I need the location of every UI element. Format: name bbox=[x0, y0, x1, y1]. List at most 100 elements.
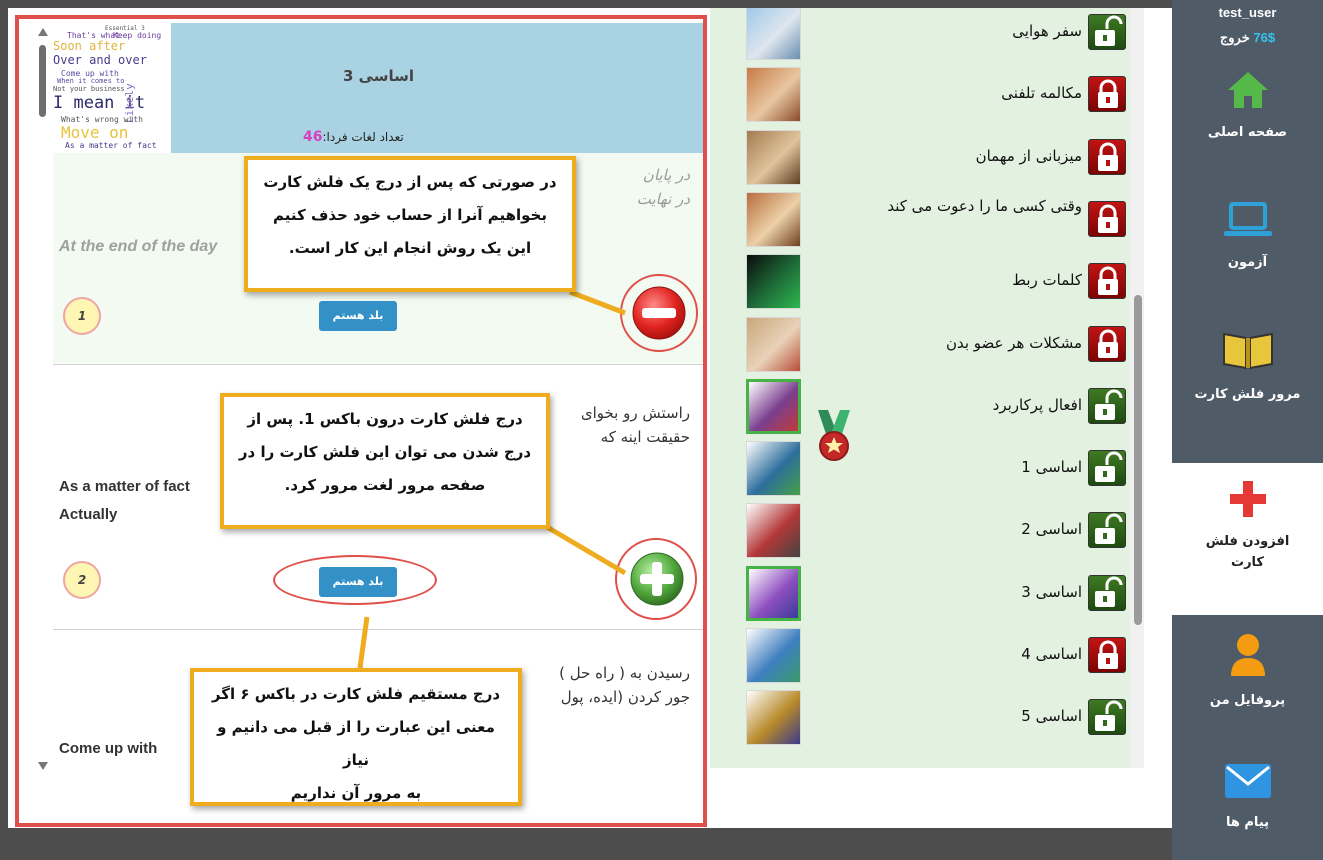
sidebar: test_user 76$ خروج صفحه اصلی آزمون مرور … bbox=[1172, 0, 1323, 860]
callout-add: درج فلش کارت درون باکس 1. پس از درج شدن … bbox=[220, 393, 550, 529]
locked-icon bbox=[1088, 200, 1126, 237]
logout-link[interactable]: خروج bbox=[1220, 30, 1250, 45]
lesson-thumbnail bbox=[746, 191, 801, 247]
sidebar-item-label: افزودن فلش کارت bbox=[1205, 534, 1290, 570]
mail-icon bbox=[1224, 764, 1271, 798]
know-it-button[interactable]: بلد هستم bbox=[319, 301, 397, 331]
card-meaning: در پایان در نهایت bbox=[637, 163, 690, 211]
lesson-thumbnail bbox=[746, 628, 801, 683]
lesson-title: مشکلات هر عضو بدن bbox=[945, 333, 1082, 352]
lesson-thumbnail bbox=[746, 503, 801, 559]
callout-line: درج شدن می توان این فلش کارت را در bbox=[238, 443, 532, 461]
sidebar-item-messages[interactable]: پیام ها bbox=[1172, 762, 1323, 860]
callout-know: درج مستقیم فلش کارت در باکس ۶ اگر معنی ا… bbox=[190, 668, 522, 806]
locked-icon bbox=[1088, 325, 1126, 362]
scroll-down-icon[interactable] bbox=[37, 761, 49, 771]
tomorrow-label: تعداد لغات فردا: bbox=[322, 130, 404, 144]
sidebar-item-home[interactable]: صفحه اصلی bbox=[1172, 62, 1323, 182]
sidebar-item-profile[interactable]: پروفایل من bbox=[1172, 628, 1323, 738]
plus-icon bbox=[1229, 481, 1266, 517]
locked-icon bbox=[1088, 76, 1126, 113]
sidebar-item-label: صفحه اصلی bbox=[1207, 125, 1288, 140]
locked-icon bbox=[1088, 138, 1126, 175]
lesson-thumbnail bbox=[746, 129, 801, 185]
lesson-item[interactable]: مکالمه تلفنی bbox=[710, 64, 1130, 123]
lesson-title: میزبانی از مهمان bbox=[975, 146, 1082, 165]
lesson-thumbnail bbox=[746, 690, 801, 746]
lesson-thumbnail bbox=[746, 441, 801, 497]
tomorrow-count: 46 bbox=[303, 129, 323, 145]
lesson-item[interactable]: سفر هوایی bbox=[710, 8, 1130, 60]
card-phrase: At the end of the day bbox=[59, 238, 218, 255]
lesson-list-scroll-thumb[interactable] bbox=[1134, 295, 1142, 625]
scroll-up-icon[interactable] bbox=[37, 27, 49, 37]
wordcloud-word: Over and over bbox=[53, 53, 147, 67]
tomorrow-words: تعداد لغات فردا:46 bbox=[303, 129, 404, 145]
locked-icon bbox=[1088, 637, 1126, 673]
lesson-item[interactable]: وقتی کسی ما را دعوت می کند bbox=[710, 189, 1130, 247]
wordcloud-word: Soon after bbox=[53, 39, 126, 53]
lesson-thumbnail bbox=[746, 8, 801, 60]
lesson-title: اساسی 1 bbox=[1021, 458, 1082, 477]
meaning-line: در پایان bbox=[642, 166, 690, 184]
callout-line: معنی این عبارت را از قبل می دانیم و نیاز bbox=[217, 718, 495, 769]
add-card-icon[interactable] bbox=[629, 551, 685, 607]
callout-line: صفحه مرور لغت مرور کرد. bbox=[284, 476, 486, 494]
sidebar-item-label: مرور فلش کارت bbox=[1194, 387, 1301, 402]
sidebar-item-add-flashcard[interactable]: افزودن فلش کارت bbox=[1172, 463, 1323, 615]
lesson-item[interactable]: مشکلات هر عضو بدن bbox=[710, 314, 1130, 372]
unlocked-icon bbox=[1088, 387, 1126, 424]
lesson-item[interactable]: افعال پرکاربرد bbox=[710, 376, 1130, 434]
home-icon bbox=[1227, 72, 1268, 108]
meaning-line: حقیقت اینه که bbox=[600, 428, 690, 446]
callout-line: درج فلش کارت درون باکس 1. پس از bbox=[247, 410, 523, 428]
card-divider bbox=[53, 629, 703, 630]
laptop-icon bbox=[1223, 202, 1272, 236]
phrase-line: As a matter of fact bbox=[59, 478, 190, 495]
medal-icon bbox=[818, 410, 850, 461]
callout-line: درج مستقیم فلش کارت در باکس ۶ اگر bbox=[211, 685, 501, 703]
callout-line: این یک روش انجام این کار است. bbox=[288, 239, 532, 257]
credit-balance: 76$ bbox=[1253, 30, 1276, 45]
meaning-line: جور کردن (ایده، پول bbox=[560, 688, 690, 706]
lesson-title: سفر هوایی bbox=[1012, 22, 1082, 40]
book-icon bbox=[1222, 332, 1273, 370]
meaning-line: در نهایت bbox=[636, 190, 690, 208]
callout-line: به مرور آن نداریم bbox=[290, 784, 422, 802]
lesson-item[interactable]: اساسی 5 bbox=[710, 687, 1130, 746]
card-meaning: رسیدن به ( راه حل ) جور کردن (ایده، پول bbox=[559, 661, 690, 709]
sidebar-item-exam[interactable]: آزمون bbox=[1172, 196, 1323, 316]
user-icon bbox=[1230, 634, 1265, 676]
callout-remove: در صورتی که پس از درج یک فلش کارت بخواهی… bbox=[244, 156, 576, 292]
lesson-item[interactable]: اساسی 4 bbox=[710, 625, 1130, 683]
unlocked-icon bbox=[1088, 699, 1126, 736]
lesson-title: مکالمه تلفنی bbox=[1001, 84, 1082, 103]
locked-icon bbox=[1088, 263, 1126, 300]
know-button-highlight-ring bbox=[273, 555, 437, 605]
lesson-item[interactable]: کلمات ربط bbox=[710, 251, 1130, 310]
wordcloud-word: Move on bbox=[61, 123, 129, 142]
box-number-badge: 2 bbox=[63, 561, 101, 599]
lesson-item[interactable]: اساسی 2 bbox=[710, 500, 1130, 559]
box-number-badge: 1 bbox=[63, 297, 101, 335]
flashcard-scroll-thumb[interactable] bbox=[39, 45, 46, 117]
callout-line: در صورتی که پس از درج یک فلش کارت bbox=[263, 173, 557, 191]
callout-line: بخواهیم آنرا از حساب خود حذف کنیم bbox=[273, 206, 547, 224]
sidebar-item-review[interactable]: مرور فلش کارت bbox=[1172, 326, 1323, 456]
meaning-line: رسیدن به ( راه حل ) bbox=[559, 664, 690, 682]
lesson-title: کلمات ربط bbox=[1012, 271, 1082, 290]
sidebar-item-label: آزمون bbox=[1227, 255, 1268, 270]
phrase-line: Actually bbox=[59, 506, 118, 523]
remove-card-icon[interactable] bbox=[631, 285, 687, 341]
window-frame-left bbox=[0, 0, 8, 860]
lesson-item[interactable]: اساسی 1 bbox=[710, 438, 1130, 497]
flashcard-scrollbar[interactable] bbox=[37, 27, 49, 787]
user-account-line: 76$ خروج bbox=[1172, 30, 1323, 46]
lesson-title: اساسی 3 bbox=[1021, 582, 1082, 601]
sidebar-item-label: پروفایل من bbox=[1209, 693, 1286, 708]
lesson-item[interactable]: اساسی 3 bbox=[710, 563, 1130, 621]
lesson-item[interactable]: میزبانی از مهمان bbox=[710, 127, 1130, 185]
lesson-list: سفر هوایی مکالمه تلفنی میزبانی از مهمان وقت… bbox=[710, 8, 1130, 768]
lesson-title: اساسی 2 bbox=[1021, 520, 1082, 539]
card-phrase: As a matter of fact Actually bbox=[59, 473, 190, 529]
